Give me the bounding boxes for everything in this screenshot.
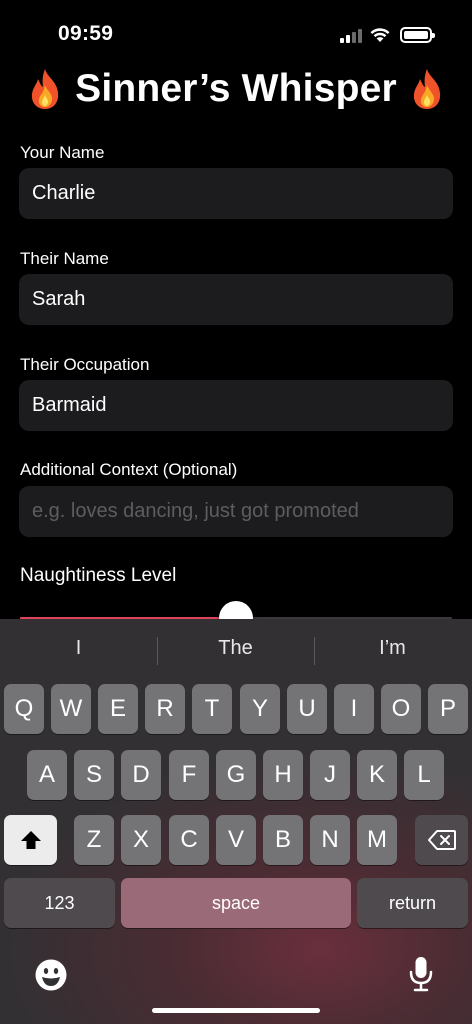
their-name-input[interactable]: Sarah bbox=[19, 274, 453, 325]
key-w[interactable]: W bbox=[51, 684, 91, 734]
suggestion-bar: I The I’m bbox=[0, 619, 472, 681]
status-time: 09:59 bbox=[58, 22, 114, 45]
emoji-icon[interactable] bbox=[34, 958, 68, 992]
suggestion-3[interactable]: I’m bbox=[314, 637, 471, 660]
key-n[interactable]: N bbox=[310, 815, 350, 865]
microphone-icon[interactable] bbox=[408, 956, 434, 992]
key-h[interactable]: H bbox=[263, 750, 303, 800]
occupation-label: Their Occupation bbox=[20, 355, 150, 374]
key-o[interactable]: O bbox=[381, 684, 421, 734]
fire-icon bbox=[413, 69, 440, 109]
key-g[interactable]: G bbox=[216, 750, 256, 800]
your-name-input[interactable]: Charlie bbox=[19, 168, 453, 219]
key-x[interactable]: X bbox=[121, 815, 161, 865]
key-i[interactable]: I bbox=[334, 684, 374, 734]
key-f[interactable]: F bbox=[169, 750, 209, 800]
key-m[interactable]: M bbox=[357, 815, 397, 865]
status-bar: 09:59 bbox=[0, 0, 472, 70]
key-v[interactable]: V bbox=[216, 815, 256, 865]
key-s[interactable]: S bbox=[74, 750, 114, 800]
key-e[interactable]: E bbox=[98, 684, 138, 734]
suggestion-2[interactable]: The bbox=[157, 637, 314, 660]
home-indicator bbox=[152, 1008, 320, 1013]
key-y[interactable]: Y bbox=[240, 684, 280, 734]
context-input[interactable]: e.g. loves dancing, just got promoted bbox=[19, 486, 453, 537]
key-z[interactable]: Z bbox=[74, 815, 114, 865]
suggestion-1[interactable]: I bbox=[0, 637, 157, 660]
context-label: Additional Context (Optional) bbox=[20, 460, 238, 479]
shift-key[interactable] bbox=[4, 815, 57, 865]
fire-icon bbox=[32, 69, 59, 109]
wifi-icon bbox=[370, 28, 390, 42]
signal-icon bbox=[340, 28, 362, 43]
key-d[interactable]: D bbox=[121, 750, 161, 800]
key-b[interactable]: B bbox=[263, 815, 303, 865]
your-name-label: Your Name bbox=[20, 143, 105, 162]
key-j[interactable]: J bbox=[310, 750, 350, 800]
key-r[interactable]: R bbox=[145, 684, 185, 734]
occupation-input[interactable]: Barmaid bbox=[19, 380, 453, 431]
key-k[interactable]: K bbox=[357, 750, 397, 800]
shift-icon bbox=[20, 831, 41, 849]
battery-icon bbox=[400, 27, 435, 43]
naughtiness-label: Naughtiness Level bbox=[20, 565, 177, 586]
backspace-key[interactable] bbox=[415, 815, 468, 865]
key-u[interactable]: U bbox=[287, 684, 327, 734]
numbers-key[interactable]: 123 bbox=[4, 878, 115, 928]
return-key[interactable]: return bbox=[357, 878, 468, 928]
app-title: Sinner’s Whisper bbox=[75, 67, 397, 110]
their-name-label: Their Name bbox=[20, 249, 109, 268]
key-c[interactable]: C bbox=[169, 815, 209, 865]
key-a[interactable]: A bbox=[27, 750, 67, 800]
keyboard: I The I’m Q W E R T Y U I O P A S D F G … bbox=[0, 619, 472, 1024]
key-t[interactable]: T bbox=[192, 684, 232, 734]
key-l[interactable]: L bbox=[404, 750, 444, 800]
backspace-icon bbox=[427, 830, 456, 850]
space-key[interactable]: space bbox=[121, 878, 351, 928]
page-title: Sinner’s Whisper bbox=[0, 64, 472, 114]
key-p[interactable]: P bbox=[428, 684, 468, 734]
key-q[interactable]: Q bbox=[4, 684, 44, 734]
